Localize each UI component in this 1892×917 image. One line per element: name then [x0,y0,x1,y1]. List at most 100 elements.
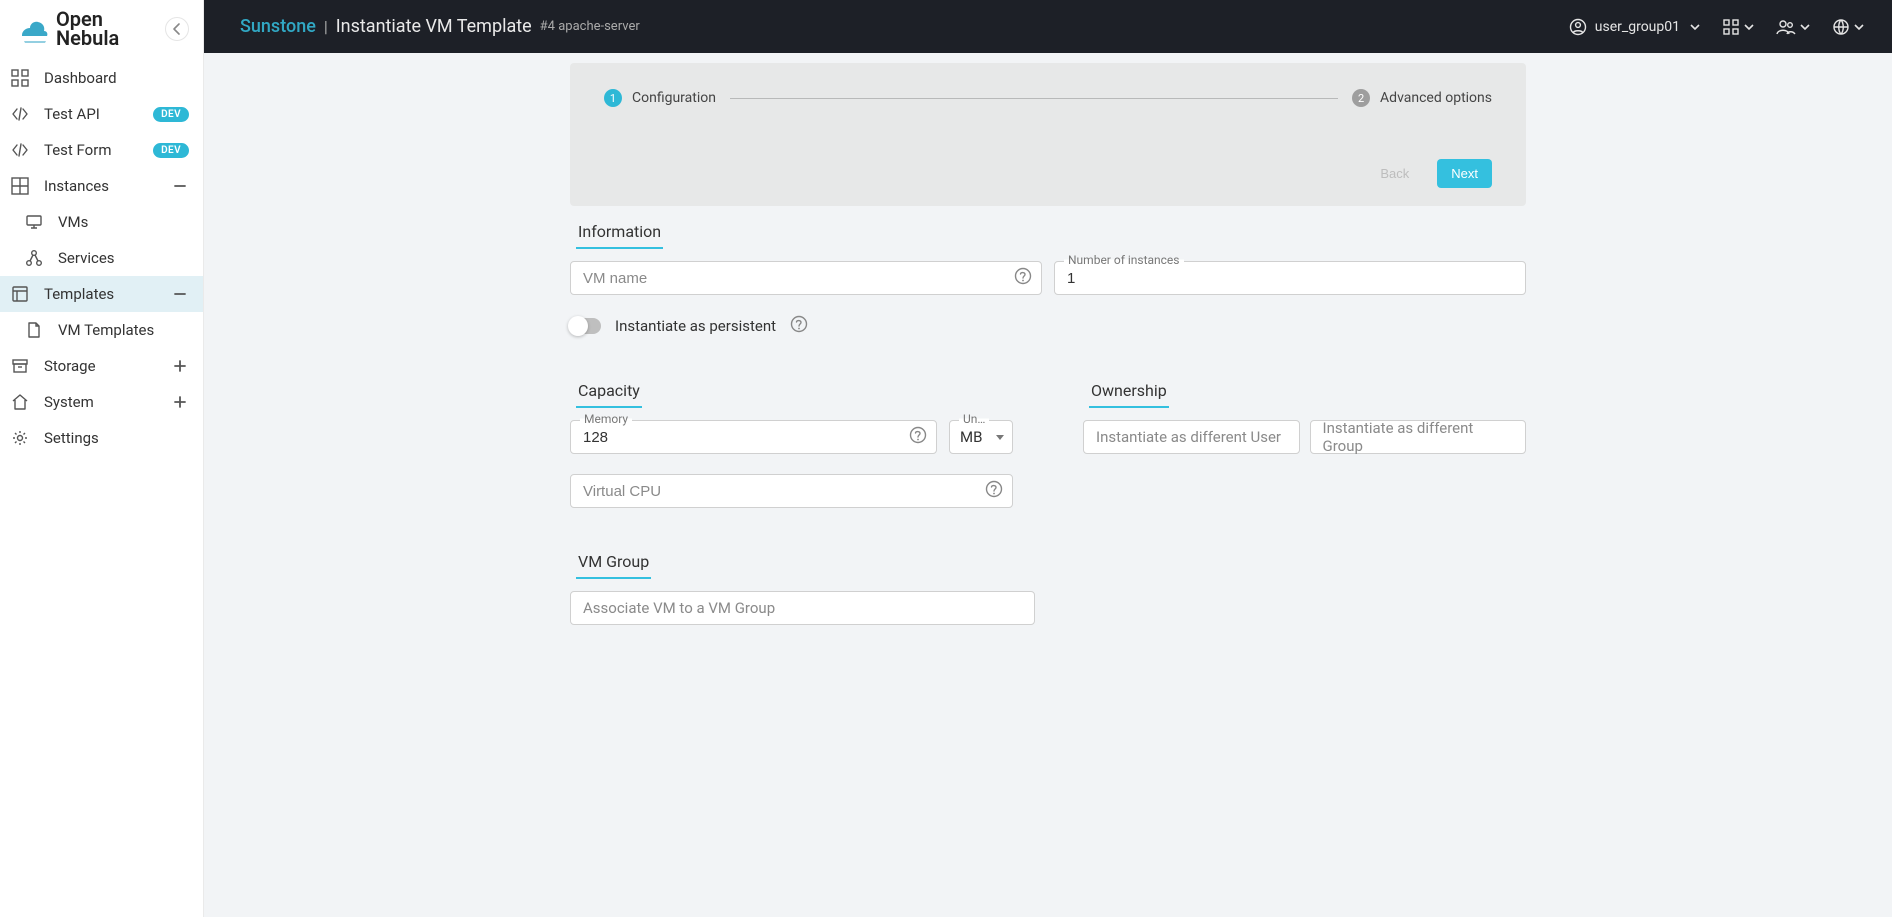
memory-field: Memory [570,420,937,454]
field-label: Un… [959,412,989,426]
page-title: Instantiate VM Template [336,16,532,37]
breadcrumb-separator: | [324,17,328,36]
user-icon [1569,18,1587,36]
globe-icon [1832,18,1850,36]
next-button[interactable]: Next [1437,159,1492,188]
field-label: Number of instances [1064,253,1184,267]
sidebar-item-label: Settings [44,429,189,447]
sidebar-item-vm-templates[interactable]: VM Templates [0,312,203,348]
home-icon [10,392,30,412]
sidebar-item-label: System [44,393,171,411]
help-icon[interactable] [790,315,808,337]
templates-icon [10,284,30,304]
vm-name-input[interactable] [570,261,1042,295]
brand-name-line2: Nebula [56,29,119,48]
sidebar-item-instances[interactable]: Instances [0,168,203,204]
vcpu-input[interactable] [570,474,1013,508]
sidebar-item-label: VMs [58,213,189,231]
help-icon[interactable] [909,426,927,448]
sidebar-item-vms[interactable]: VMs [0,204,203,240]
users-icon [1776,18,1796,36]
logo-block: Open Nebula [0,0,203,58]
owner-user-select[interactable]: Instantiate as different User [1083,420,1300,454]
toggle-label: Instantiate as persistent [615,317,776,335]
owner-group-select[interactable]: Instantiate as different Group [1310,420,1527,454]
topology-icon [24,248,44,268]
vmgroup-select[interactable]: Associate VM to a VM Group [570,591,1035,625]
unit-value: MB [960,428,982,446]
code-icon [10,104,30,124]
back-button: Back [1366,159,1423,188]
help-icon[interactable] [985,480,1003,502]
sidebar-collapse-button[interactable] [165,17,189,41]
stepper-panel: 1 Configuration 2 Advanced options Back … [570,63,1526,206]
step-row: 1 Configuration 2 Advanced options [604,89,1492,107]
dev-badge: DEV [153,143,189,158]
sidebar-item-label: Test Form [44,141,153,159]
zone-switcher[interactable] [1832,18,1864,36]
view-switcher[interactable] [1722,18,1754,36]
grid-icon [10,176,30,196]
step-configuration[interactable]: 1 Configuration [604,89,716,107]
chevron-left-icon [169,21,185,37]
sidebar-item-label: Test API [44,105,153,123]
step-label: Configuration [632,90,716,106]
dashboard-icon [10,68,30,88]
app-name: Sunstone [240,16,316,37]
chevron-down-icon [1800,22,1810,32]
section-title: VM Group [576,552,651,579]
template-id: #4 apache-server [540,19,640,34]
persistent-toggle[interactable] [571,318,601,334]
topbar: Sunstone | Instantiate VM Template #4 ap… [204,0,1892,53]
step-advanced[interactable]: 2 Advanced options [1352,89,1492,107]
sidebar-item-label: Storage [44,357,171,375]
vm-name-field [570,261,1042,295]
section-title: Capacity [576,381,642,408]
select-placeholder: Instantiate as different User [1096,428,1281,446]
sidebar-item-system[interactable]: System [0,384,203,420]
minus-icon [171,285,189,303]
monitor-icon [24,212,44,232]
sidebar-item-label: Instances [44,177,171,195]
dev-badge: DEV [153,107,189,122]
section-ownership: Ownership Instantiate as different User … [1083,381,1526,508]
sidebar-item-test-api[interactable]: Test API DEV [0,96,203,132]
chevron-down-icon [1854,22,1864,32]
logo: Open Nebula [18,10,119,48]
content: 1 Configuration 2 Advanced options Back … [204,53,1892,917]
section-capacity: Capacity Memory Un… [570,381,1013,508]
sidebar-item-settings[interactable]: Settings [0,420,203,456]
plus-icon [171,357,189,375]
instances-field: Number of instances [1054,261,1526,295]
unit-field: Un… MB [949,420,1013,454]
sidebar-item-services[interactable]: Services [0,240,203,276]
select-placeholder: Associate VM to a VM Group [583,599,775,617]
help-icon[interactable] [1014,267,1032,289]
section-title: Information [576,222,663,249]
step-number: 1 [604,89,622,107]
sidebar: Open Nebula Dashboard Test API DEV [0,0,204,917]
group-switcher[interactable] [1776,18,1810,36]
field-label: Memory [580,412,632,426]
sidebar-item-test-form[interactable]: Test Form DEV [0,132,203,168]
minus-icon [171,177,189,195]
plus-icon [171,393,189,411]
gear-icon [10,428,30,448]
user-menu[interactable]: user_group01 [1569,18,1700,36]
persistent-toggle-row: Instantiate as persistent [570,315,1526,337]
dropdown-arrow-icon [996,435,1004,440]
step-label: Advanced options [1380,90,1492,106]
vcpu-field [570,474,1013,508]
section-title: Ownership [1089,381,1169,408]
chevron-down-icon [1744,22,1754,32]
section-information: Information Number of instances [570,222,1526,337]
chevron-down-icon [1690,22,1700,32]
select-placeholder: Instantiate as different Group [1323,419,1514,455]
step-connector [730,98,1338,99]
grid-icon [1722,18,1740,36]
sidebar-item-dashboard[interactable]: Dashboard [0,60,203,96]
sidebar-item-storage[interactable]: Storage [0,348,203,384]
sidebar-item-templates[interactable]: Templates [0,276,203,312]
archive-icon [10,356,30,376]
main: Sunstone | Instantiate VM Template #4 ap… [204,0,1892,917]
